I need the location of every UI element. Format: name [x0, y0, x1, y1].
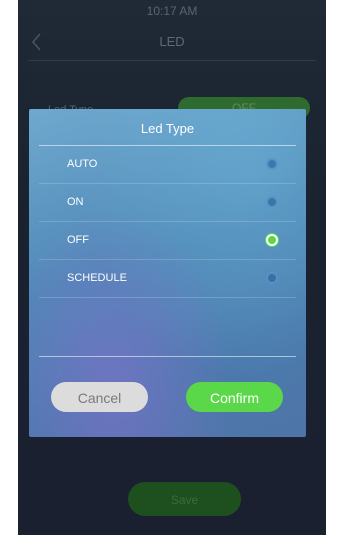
option-off[interactable]: OFF: [39, 222, 296, 260]
save-button[interactable]: Save: [128, 482, 241, 516]
option-schedule[interactable]: SCHEDULE: [39, 260, 296, 298]
footer-divider: [39, 356, 296, 357]
option-label: AUTO: [67, 158, 98, 170]
option-list: AUTO ON OFF SCHEDULE: [29, 146, 306, 298]
option-label: SCHEDULE: [67, 272, 127, 284]
led-type-dialog: Led Type AUTO ON OFF SCHEDULE Cancel Con…: [29, 109, 306, 437]
radio-unselected-icon[interactable]: [266, 272, 278, 284]
cancel-button[interactable]: Cancel: [51, 382, 148, 412]
option-auto[interactable]: AUTO: [39, 146, 296, 184]
dialog-title: Led Type: [140, 121, 195, 136]
header-divider: [28, 60, 316, 61]
radio-unselected-icon[interactable]: [266, 158, 278, 170]
radio-selected-icon[interactable]: [266, 234, 278, 246]
option-label: ON: [67, 196, 84, 208]
confirm-button[interactable]: Confirm: [186, 382, 283, 412]
page-title: LED: [159, 34, 185, 49]
radio-unselected-icon[interactable]: [266, 196, 278, 208]
option-label: OFF: [67, 234, 89, 246]
status-time: 10:17 AM: [146, 4, 198, 18]
option-on[interactable]: ON: [39, 184, 296, 222]
header: LED: [18, 30, 326, 58]
